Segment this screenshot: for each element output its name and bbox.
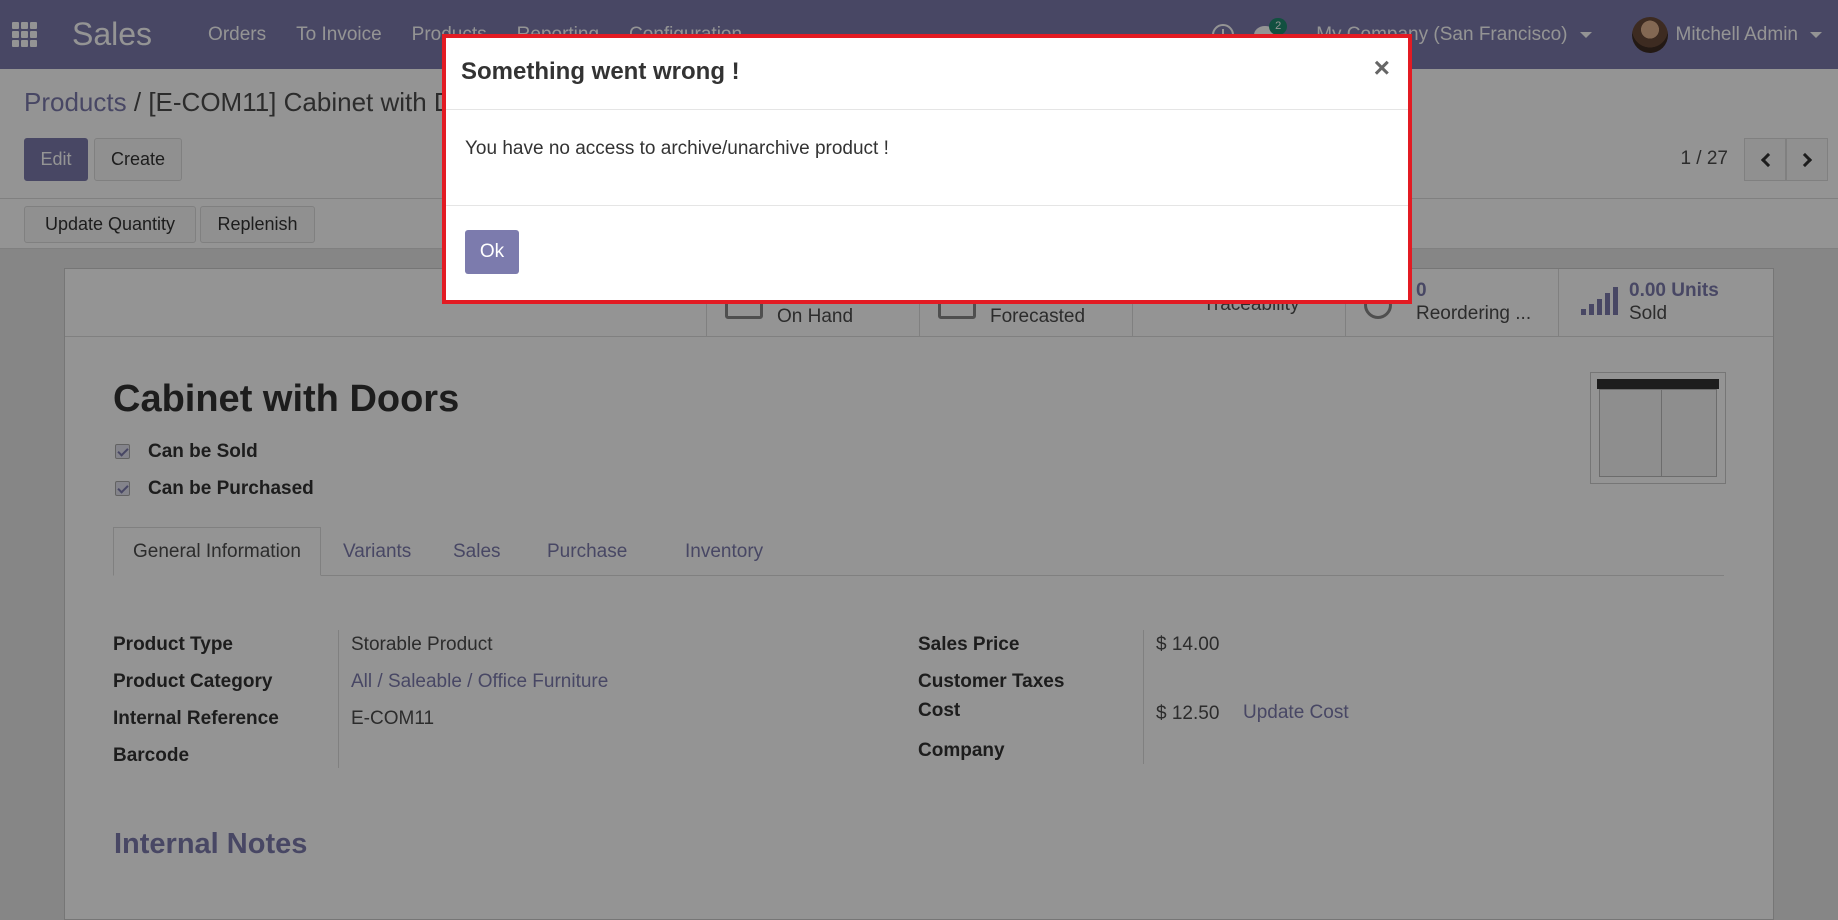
error-dialog: Something went wrong ! × You have no acc… — [442, 34, 1412, 304]
dialog-footer-divider — [446, 205, 1408, 206]
ok-button[interactable]: Ok — [465, 230, 519, 274]
close-icon[interactable]: × — [1374, 52, 1390, 84]
dialog-header: Something went wrong ! × — [446, 38, 1408, 110]
dialog-title: Something went wrong ! — [461, 58, 740, 85]
dialog-message: You have no access to archive/unarchive … — [465, 138, 889, 159]
